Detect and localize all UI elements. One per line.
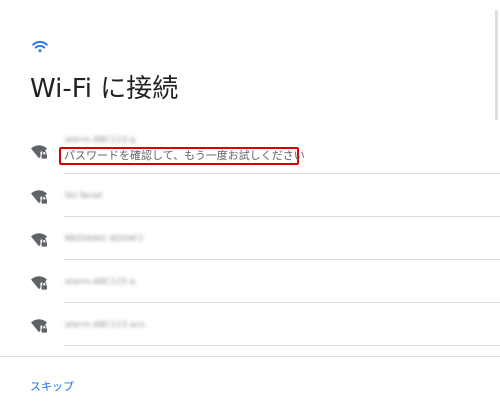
network-item[interactable]: aterm-ABC123-g パスワードを確認して、もう一度お試しください — [0, 126, 500, 174]
wifi-lock-icon — [31, 276, 47, 290]
network-ssid: aterm-ABC125-a — [65, 277, 136, 286]
page-title: Wi-Fi に接続 — [30, 74, 179, 104]
connection-error-message: パスワードを確認して、もう一度お試しください — [64, 149, 305, 162]
scrollbar[interactable] — [495, 10, 498, 120]
network-list: aterm-ABC123-g パスワードを確認して、もう一度お試しください SG… — [0, 126, 500, 346]
skip-button[interactable]: スキップ — [30, 380, 74, 394]
network-item[interactable]: MEDIANIC-8D5AF2 — [0, 217, 500, 260]
wifi-lock-icon — [31, 233, 47, 247]
divider — [64, 345, 500, 346]
wifi-setup-screen: Wi-Fi に接続 aterm-ABC123-g パスワードを確認して、もう一度… — [0, 0, 500, 418]
wifi-lock-icon — [31, 190, 47, 204]
wifi-lock-icon — [31, 145, 47, 159]
footer-divider — [0, 356, 500, 357]
network-ssid: aterm-ABC123-g — [65, 135, 136, 144]
network-ssid: MEDIANIC-8D5AF2 — [65, 234, 144, 243]
network-item[interactable]: aterm-ABC125-a — [0, 260, 500, 303]
network-ssid: SG-Tenet — [65, 191, 103, 200]
network-item[interactable]: SG-Tenet — [0, 174, 500, 217]
network-ssid: aterm-ABC123-ans — [65, 320, 146, 329]
wifi-lock-icon — [31, 319, 47, 333]
wifi-icon — [32, 41, 48, 53]
network-item[interactable]: aterm-ABC123-ans — [0, 303, 500, 346]
